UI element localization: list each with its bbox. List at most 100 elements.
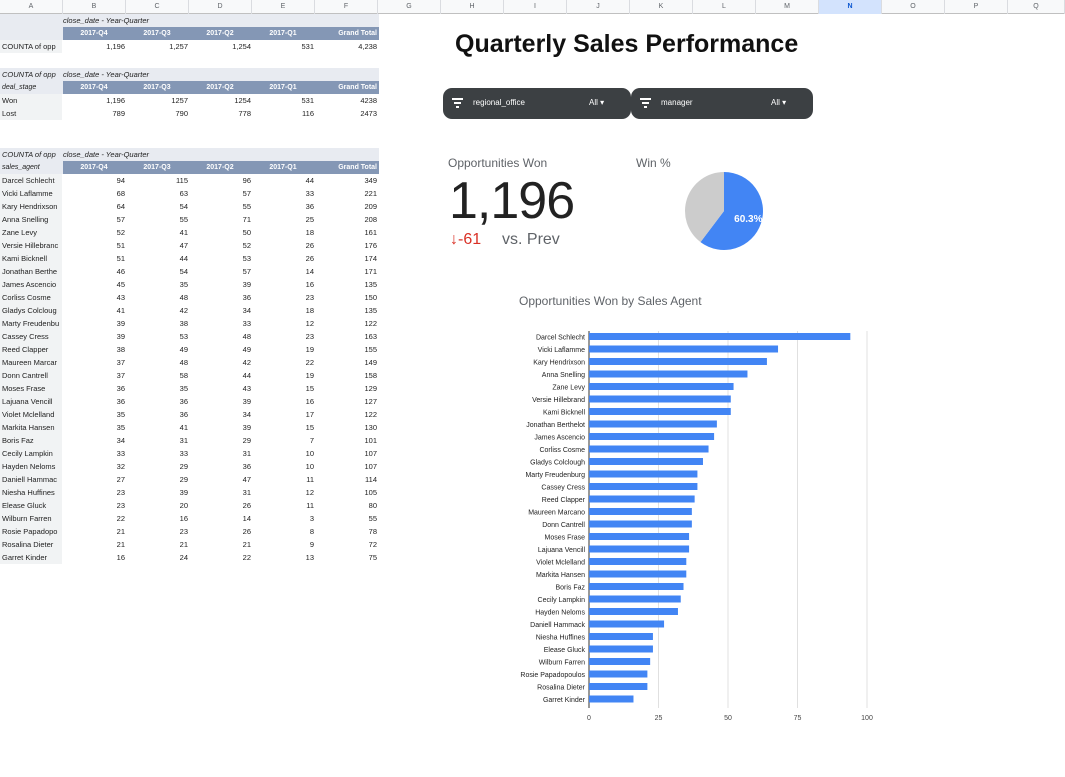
pivot-cell[interactable]: 20	[126, 499, 188, 512]
pivot-column-header[interactable]: 2017-Q4	[63, 161, 125, 174]
pivot-cell[interactable]: 45	[63, 278, 125, 291]
bar[interactable]	[589, 520, 692, 528]
pivot-cell[interactable]: 47	[126, 239, 188, 252]
pivot-row-header[interactable]: Jonathan Berthe	[2, 265, 62, 278]
pivot-cell[interactable]: 174	[315, 252, 377, 265]
pivot-row-header[interactable]: Donn Cantrell	[2, 369, 62, 382]
bar[interactable]	[589, 470, 698, 478]
pivot-cell[interactable]: 38	[126, 317, 188, 330]
pivot-cell[interactable]: 8	[252, 525, 314, 538]
pivot-cell[interactable]: 53	[189, 252, 251, 265]
pivot-cell[interactable]: 18	[252, 226, 314, 239]
pivot-column-header[interactable]: Grand Total	[315, 161, 377, 174]
pivot-cell[interactable]: 55	[126, 213, 188, 226]
pivot-row-header[interactable]: Corliss Cosme	[2, 291, 62, 304]
pivot-cell[interactable]: 48	[189, 330, 251, 343]
pivot-cell[interactable]: 12	[252, 317, 314, 330]
pivot-row-header[interactable]: Anna Snelling	[2, 213, 62, 226]
pivot-cell[interactable]: 9	[252, 538, 314, 551]
pivot-row-header[interactable]: Reed Clapper	[2, 343, 62, 356]
pivot-cell[interactable]: 31	[126, 434, 188, 447]
pivot-cell[interactable]: 16	[63, 551, 125, 564]
pivot-cell[interactable]: 23	[252, 291, 314, 304]
pivot-row-header[interactable]: Lost	[2, 107, 62, 120]
pivot-row-header[interactable]: Elease Gluck	[2, 499, 62, 512]
pivot-cell[interactable]: 36	[126, 395, 188, 408]
pivot-cell[interactable]: 32	[63, 460, 125, 473]
pivot-cell[interactable]: 114	[315, 473, 377, 486]
pivot-row-header[interactable]: Zane Levy	[2, 226, 62, 239]
pivot-cell[interactable]: 39	[189, 421, 251, 434]
pivot-cell[interactable]: 135	[315, 304, 377, 317]
pivot-cell[interactable]: 18	[252, 304, 314, 317]
pivot-row-header[interactable]: Vicki Laflamme	[2, 187, 62, 200]
pivot-cell[interactable]: 116	[252, 107, 314, 120]
pivot-cell[interactable]: 4238	[315, 94, 377, 107]
pivot-cell[interactable]: 149	[315, 356, 377, 369]
pivot-cell[interactable]: 57	[189, 265, 251, 278]
pivot-column-header[interactable]: Grand Total	[315, 27, 377, 40]
bar[interactable]	[589, 458, 703, 465]
pivot-cell[interactable]: 34	[63, 434, 125, 447]
pivot-cell[interactable]: 10	[252, 460, 314, 473]
pivot-cell[interactable]: 36	[126, 408, 188, 421]
pivot-cell[interactable]: 57	[63, 213, 125, 226]
pivot-cell[interactable]: 122	[315, 317, 377, 330]
column-header-i[interactable]: I	[504, 0, 567, 14]
pivot-cell[interactable]: 44	[189, 369, 251, 382]
pivot-column-header[interactable]: 2017-Q2	[189, 161, 251, 174]
column-header-b[interactable]: B	[63, 0, 126, 14]
pivot-cell[interactable]: 54	[126, 265, 188, 278]
bar[interactable]	[589, 395, 731, 403]
pivot-cell[interactable]: 25	[252, 213, 314, 226]
pivot-cell[interactable]: 29	[126, 473, 188, 486]
bar[interactable]	[589, 683, 648, 690]
pivot-cell[interactable]: 107	[315, 447, 377, 460]
pivot-cell[interactable]: 42	[189, 356, 251, 369]
pivot-cell[interactable]: 38	[63, 343, 125, 356]
pivot-cell[interactable]: 26	[252, 252, 314, 265]
pivot-cell[interactable]: 43	[63, 291, 125, 304]
pivot-cell[interactable]: 39	[63, 317, 125, 330]
pivot-cell[interactable]: 105	[315, 486, 377, 499]
bar[interactable]	[589, 695, 634, 703]
bar[interactable]	[589, 533, 690, 540]
pivot-cell[interactable]: 107	[315, 460, 377, 473]
pivot-cell[interactable]: 34	[189, 408, 251, 421]
pivot-row-header[interactable]: Lajuana Vencill	[2, 395, 62, 408]
bar[interactable]	[589, 595, 681, 603]
bar[interactable]	[589, 433, 715, 440]
column-header-k[interactable]: K	[630, 0, 693, 14]
pivot-cell[interactable]: 39	[126, 486, 188, 499]
pivot-cell[interactable]: 22	[189, 551, 251, 564]
bar[interactable]	[589, 658, 651, 665]
pivot-row-header[interactable]: COUNTA of opp	[2, 40, 62, 53]
pivot-cell[interactable]: 17	[252, 408, 314, 421]
pivot-column-header[interactable]: 2017-Q3	[126, 81, 188, 94]
column-header-j[interactable]: J	[567, 0, 630, 14]
bar[interactable]	[589, 508, 692, 515]
pivot-cell[interactable]: 35	[126, 278, 188, 291]
bar[interactable]	[589, 495, 695, 503]
pivot-cell[interactable]: 39	[189, 278, 251, 291]
pivot-cell[interactable]: 14	[189, 512, 251, 525]
pivot-column-group-label[interactable]: close_date - Year-Quarter	[63, 68, 313, 81]
pivot-cell[interactable]: 1,196	[63, 94, 125, 107]
bar[interactable]	[589, 570, 687, 578]
pivot-row-header[interactable]: Cassey Cress	[2, 330, 62, 343]
pivot-cell[interactable]: 10	[252, 447, 314, 460]
pivot-cell[interactable]: 16	[252, 395, 314, 408]
pivot-cell[interactable]: 531	[252, 94, 314, 107]
pivot-row-header[interactable]: James Ascencio	[2, 278, 62, 291]
pivot-cell[interactable]: 349	[315, 174, 377, 187]
bar[interactable]	[589, 483, 698, 490]
pivot-row-header[interactable]: Marty Freudenbu	[2, 317, 62, 330]
pivot-cell[interactable]: 161	[315, 226, 377, 239]
pivot-cell[interactable]: 78	[315, 525, 377, 538]
pivot-column-header[interactable]: 2017-Q2	[189, 27, 251, 40]
pivot-cell[interactable]: 48	[126, 291, 188, 304]
column-header-o[interactable]: O	[882, 0, 945, 14]
pivot-cell[interactable]: 33	[126, 447, 188, 460]
pivot-cell[interactable]: 33	[189, 317, 251, 330]
pivot-cell[interactable]: 101	[315, 434, 377, 447]
